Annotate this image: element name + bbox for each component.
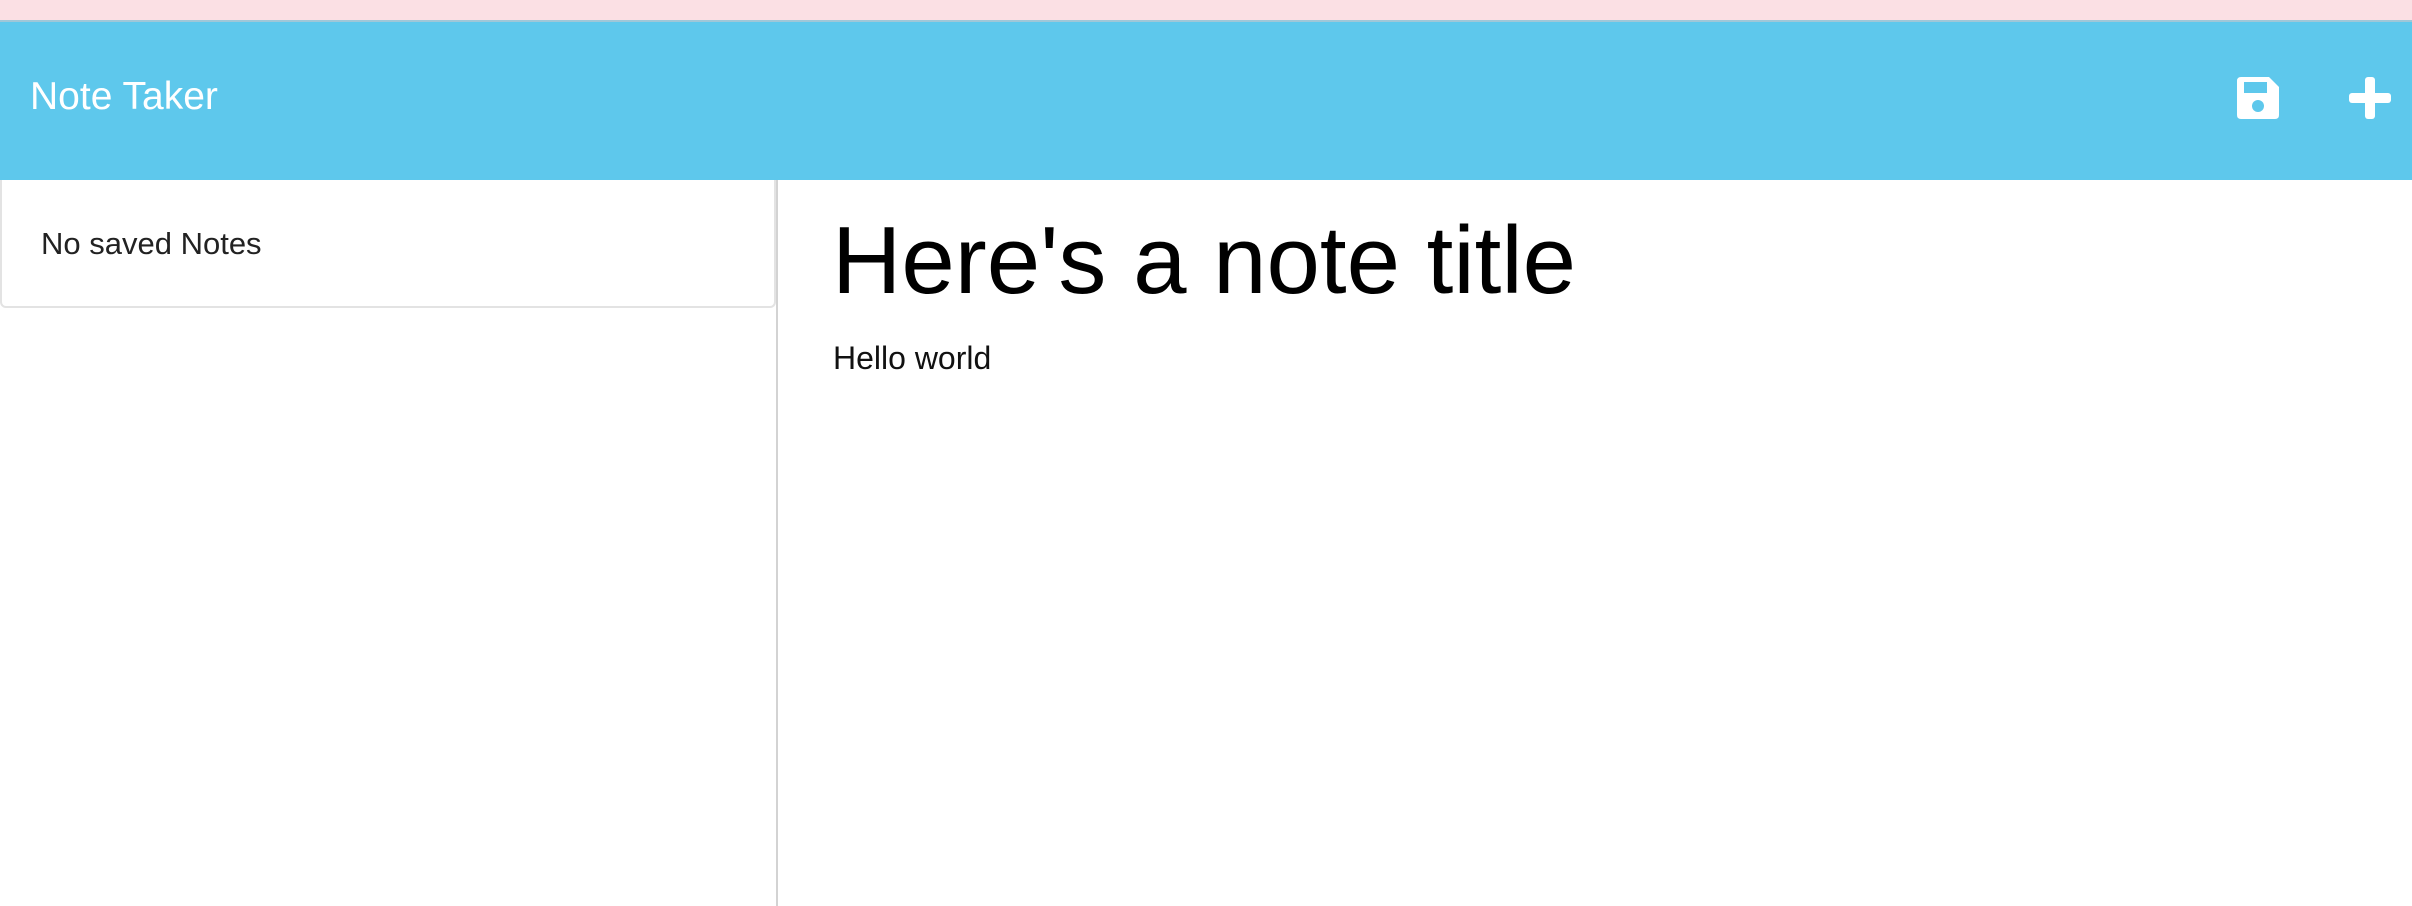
app-title[interactable]: Note Taker	[30, 77, 218, 116]
note-editor: Here's a note title Hello world	[778, 180, 2412, 906]
floppy-disk-icon	[2235, 75, 2281, 126]
plus-icon	[2347, 75, 2393, 126]
new-note-button[interactable]	[2340, 70, 2400, 130]
save-note-button[interactable]	[2228, 70, 2288, 130]
note-title-input[interactable]: Here's a note title	[832, 208, 1576, 314]
browser-top-strip	[0, 0, 2412, 22]
notes-list: No saved Notes	[0, 180, 776, 308]
empty-notes-message: No saved Notes	[41, 226, 262, 261]
note-body-textarea[interactable]: Hello world	[833, 342, 991, 374]
notes-sidebar: No saved Notes	[0, 180, 778, 906]
navbar: Note Taker	[0, 22, 2412, 180]
